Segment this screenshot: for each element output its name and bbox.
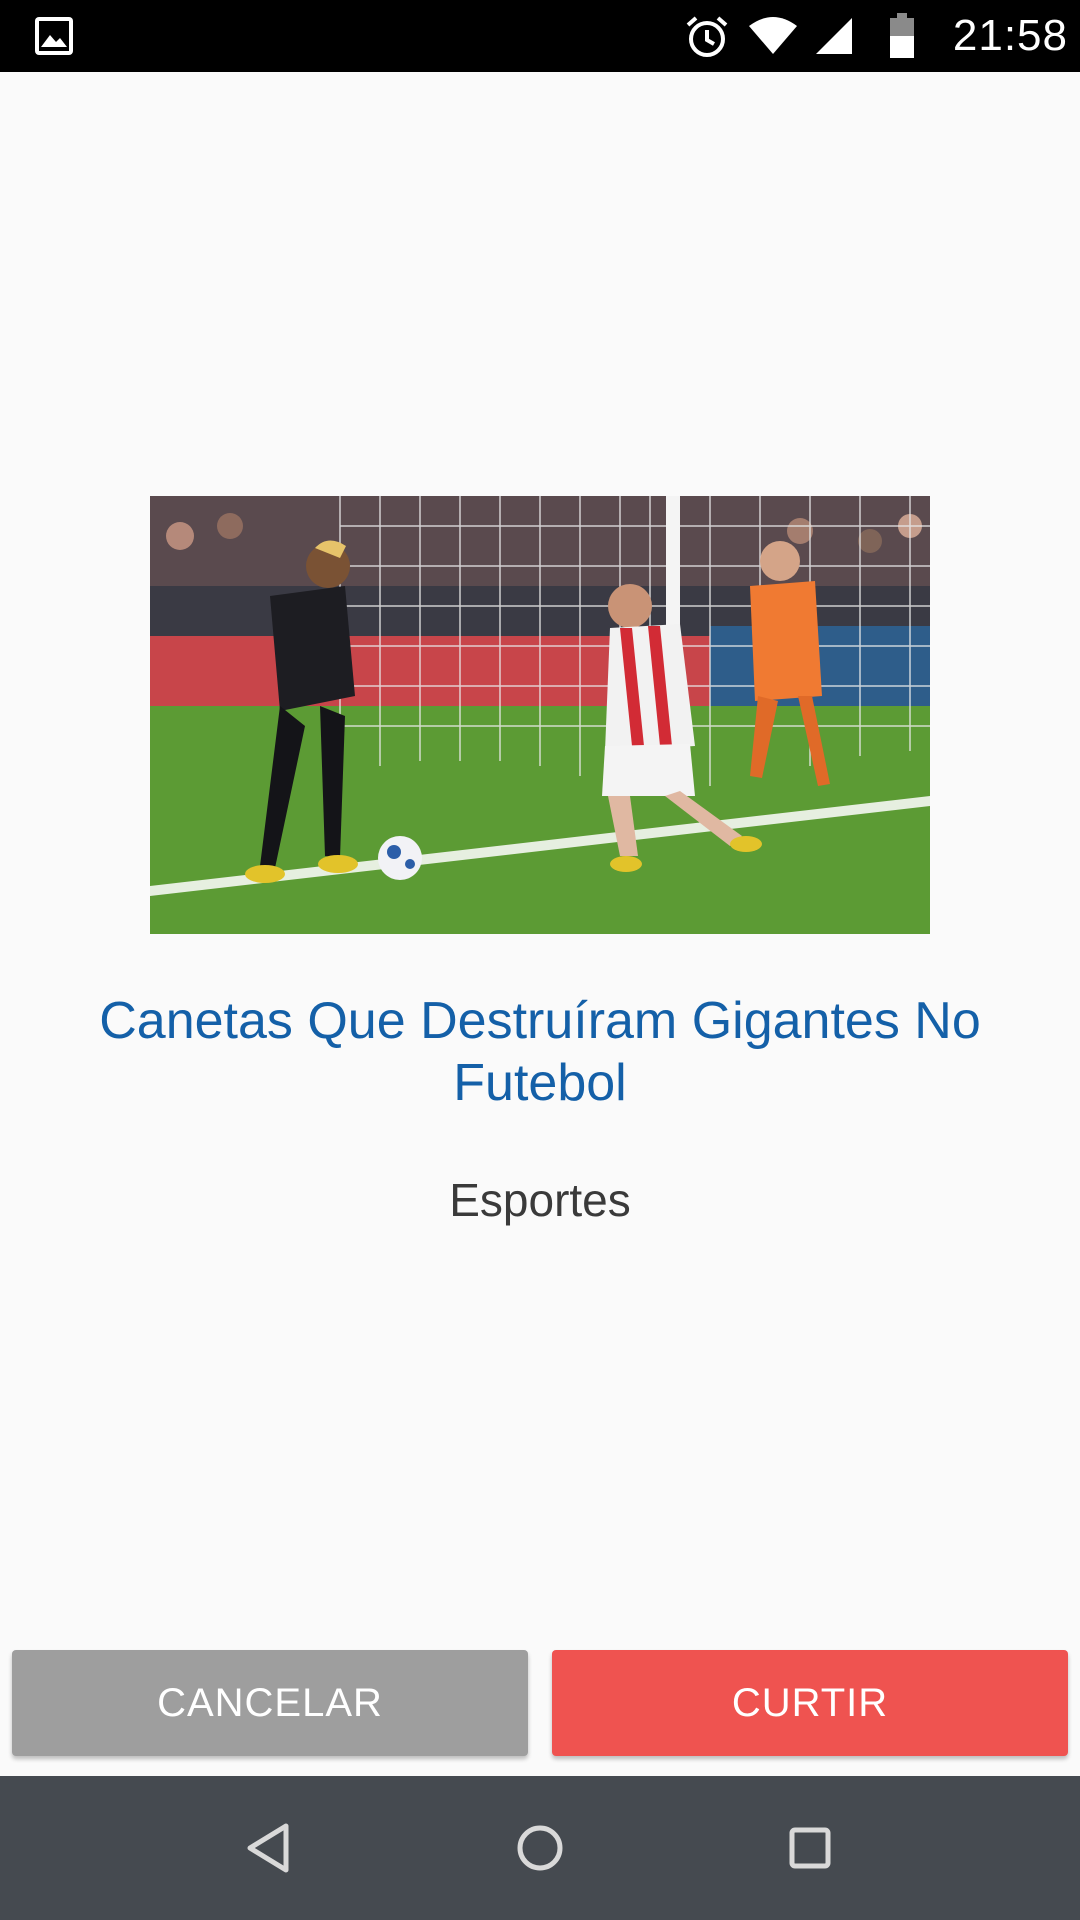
recents-icon[interactable] [778, 1816, 842, 1880]
football-players-photo [150, 496, 930, 934]
cancel-button[interactable]: CANCELAR [12, 1650, 528, 1756]
status-time: 21:58 [952, 11, 1068, 60]
signal-icon [816, 18, 852, 54]
battery-icon [890, 13, 914, 58]
alarm-icon [686, 16, 728, 57]
article-title: Canetas Que Destruíram Gigantes No Futeb… [99, 992, 981, 1112]
article-category: Esportes [449, 1174, 631, 1226]
gallery-icon [35, 17, 73, 55]
like-button[interactable]: CURTIR [552, 1650, 1068, 1756]
back-icon[interactable] [238, 1816, 302, 1880]
status-bar: 21:58 [0, 0, 1080, 72]
home-icon[interactable] [508, 1816, 572, 1880]
article-image[interactable] [150, 496, 930, 934]
navigation-bar [0, 1776, 1080, 1920]
wifi-icon [749, 17, 797, 54]
